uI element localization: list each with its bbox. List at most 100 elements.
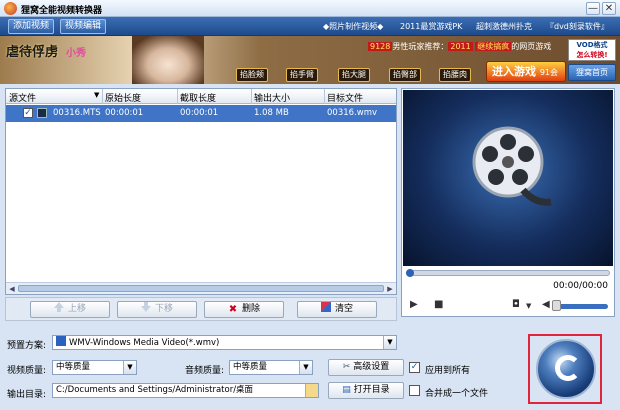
clear-button[interactable]: 清空	[297, 301, 377, 318]
col-source[interactable]: 源文件	[9, 91, 36, 104]
volume-icon[interactable]: ◀	[542, 299, 550, 310]
game-button-arm[interactable]: 掐手臂	[286, 68, 318, 82]
seek-bar[interactable]	[406, 269, 610, 277]
video-quality-select[interactable]: 中等质量 ▼	[52, 360, 137, 375]
promo-text1: 男性玩家推荐：	[392, 42, 449, 51]
edit-video-button[interactable]: 视频编辑	[60, 19, 107, 34]
open-dir-label: 打开目录	[353, 385, 390, 395]
link-game-pk[interactable]: 2011最赏游戏PK	[400, 21, 462, 32]
window-title: 狸窝全能视频转换器	[21, 6, 103, 16]
apply-all-label: 应用到所有	[425, 366, 471, 376]
file-list[interactable]: 源文件 ▼ 原始长度 截取长度 输出大小 目标文件 ✓ 00316.MTS 00…	[5, 88, 397, 295]
col-original[interactable]: 原始长度	[105, 91, 141, 104]
preset-value: WMV-Windows Media Video(*.wmv)	[69, 338, 220, 348]
col-target[interactable]: 目标文件	[327, 91, 363, 104]
output-dir-value: C:/Documents and Settings/Administrator/…	[56, 385, 254, 395]
camera-icon[interactable]: ◘	[512, 299, 520, 310]
audio-quality-select[interactable]: 中等质量 ▼	[229, 360, 313, 375]
link-dvd[interactable]: 『dvd刻录软件』	[546, 21, 609, 32]
close-button[interactable]: ✕	[602, 2, 616, 15]
scroll-right-icon[interactable]: ▶	[385, 284, 395, 294]
game-button-thigh[interactable]: 掐大腿	[338, 68, 370, 82]
cell-target: 00316.wmv	[327, 108, 378, 118]
sort-icon: ▼	[94, 91, 100, 99]
promo-text2: 的网页游戏	[511, 42, 552, 51]
link-poker[interactable]: 超刺激德州扑克	[476, 21, 532, 32]
film-icon	[37, 108, 47, 118]
col-size[interactable]: 输出大小	[254, 91, 290, 104]
clear-icon	[320, 302, 331, 312]
folder-icon[interactable]	[305, 384, 318, 397]
promo-num1: 9128	[368, 42, 393, 51]
delete-icon: ✖	[228, 304, 238, 315]
refresh-arrow-icon	[555, 355, 581, 381]
col-sep	[324, 89, 325, 104]
game-button-waist[interactable]: 掐腰肉	[439, 68, 471, 82]
folder-icon: ▤	[342, 385, 354, 395]
chevron-down-icon: ▼	[383, 336, 396, 349]
row-checkbox[interactable]: ✓	[23, 108, 33, 118]
merge-label: 合并成一个文件	[425, 389, 489, 399]
apply-all-checkbox[interactable]: ✓	[409, 362, 420, 373]
output-dir-input[interactable]: C:/Documents and Settings/Administrator/…	[52, 383, 319, 398]
clear-label: 清空	[334, 304, 353, 314]
delete-button[interactable]: ✖ 删除	[204, 301, 284, 318]
homepage-button[interactable]: 狸窝首页	[568, 64, 616, 81]
preview-player: 00:00/00:00 ▶ ■ ◘ ▼ ◀	[401, 88, 615, 317]
add-video-button[interactable]: 添加视频	[8, 19, 55, 34]
vod-sub: 怎么转换!	[576, 51, 608, 59]
horizontal-scrollbar[interactable]: ◀ ▶	[6, 282, 396, 294]
delete-label: 删除	[241, 304, 260, 314]
col-sep	[102, 89, 103, 104]
scroll-left-icon[interactable]: ◀	[7, 284, 17, 294]
move-down-button[interactable]: 下移	[117, 301, 197, 318]
banner-ad[interactable]: 虐待俘虏 小秀 9128 男性玩家推荐： 2011 继续搞疯 的网页游戏 掐脸颊 掐手…	[0, 36, 620, 84]
game-button-hip[interactable]: 掐臀部	[389, 68, 421, 82]
volume-knob[interactable]	[552, 300, 561, 311]
cell-original: 00:00:01	[105, 108, 144, 118]
chevron-down-icon: ▼	[299, 361, 312, 374]
settings-icon: ✂	[342, 362, 354, 372]
col-clip[interactable]: 截取长度	[180, 91, 216, 104]
advanced-settings-button[interactable]: ✂ 高级设置	[328, 359, 404, 376]
banner-logo: 虐待俘虏	[6, 45, 59, 60]
enter-game-label: 进入游戏	[492, 65, 536, 78]
merge-checkbox[interactable]	[409, 385, 420, 396]
vod-ad[interactable]: VOD格式怎么转换!	[568, 39, 616, 61]
convert-button[interactable]	[528, 334, 602, 404]
banner-promo: 9128 男性玩家推荐： 2011 继续搞疯 的网页游戏	[368, 41, 551, 52]
output-settings: 预置方案: WMV-Windows Media Video(*.wmv) ▼ 视频…	[5, 326, 520, 406]
open-directory-button[interactable]: ▤ 打开目录	[328, 382, 404, 399]
video-quality-label: 视频质量:	[7, 366, 47, 376]
vod-title: VOD格式	[576, 41, 608, 49]
col-sep	[251, 89, 252, 104]
link-photo-video[interactable]: ◆照片制作视频◆	[323, 21, 383, 32]
chevron-down-icon: ▼	[123, 361, 136, 374]
camera-dropdown-icon[interactable]: ▼	[526, 302, 531, 310]
seek-knob[interactable]	[406, 269, 414, 277]
game-button-cheek[interactable]: 掐脸颊	[236, 68, 268, 82]
preset-label: 预置方案:	[7, 341, 47, 351]
cell-source: 00316.MTS	[53, 108, 101, 118]
enter-game-button[interactable]: 进入游戏 91会联盟	[486, 61, 566, 82]
up-arrow-icon	[53, 302, 64, 312]
cell-clip: 00:00:01	[180, 108, 219, 118]
app-icon	[4, 2, 17, 15]
down-arrow-icon	[140, 302, 151, 312]
preset-select[interactable]: WMV-Windows Media Video(*.wmv) ▼	[52, 335, 397, 350]
file-list-header: 源文件 ▼ 原始长度 截取长度 输出大小 目标文件	[6, 89, 396, 104]
col-sep	[177, 89, 178, 104]
stop-icon[interactable]: ■	[434, 299, 443, 310]
minimize-button[interactable]: —	[586, 2, 600, 15]
volume-slider[interactable]	[558, 304, 608, 309]
banner-image	[132, 36, 204, 84]
play-icon[interactable]: ▶	[410, 299, 418, 310]
film-reel-icon	[472, 126, 552, 206]
move-up-button[interactable]: 上移	[30, 301, 110, 318]
move-up-label: 上移	[67, 304, 86, 314]
audio-quality-label: 音频质量:	[185, 366, 225, 376]
audio-quality-value: 中等质量	[233, 362, 268, 372]
scrollbar-thumb[interactable]	[18, 285, 384, 292]
table-row[interactable]: ✓ 00316.MTS 00:00:01 00:00:01 1.08 MB 00…	[6, 105, 396, 122]
video-quality-value: 中等质量	[56, 362, 91, 372]
